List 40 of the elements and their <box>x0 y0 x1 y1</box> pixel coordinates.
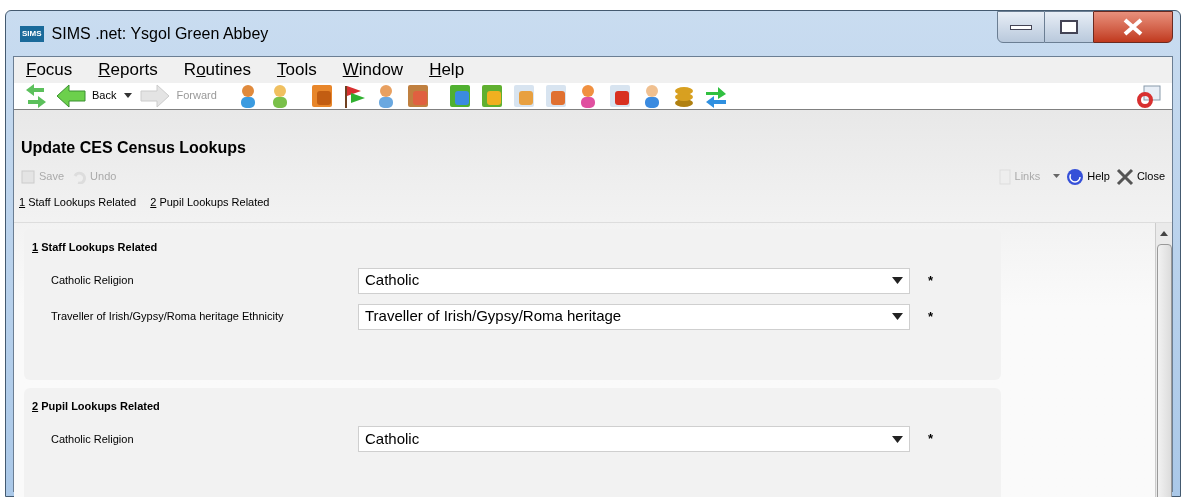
maximize-button[interactable] <box>1045 11 1093 43</box>
lifebuoy-envelope-icon[interactable] <box>1136 82 1162 109</box>
dropdown[interactable]: Catholic <box>358 426 910 452</box>
back-button[interactable]: Back <box>56 83 117 108</box>
required-marker: * <box>928 430 934 449</box>
close-window-button[interactable] <box>1093 11 1173 43</box>
caret-icon <box>892 435 903 443</box>
app-logo: SIMS <box>20 25 44 42</box>
swap-arrows-icon[interactable] <box>24 82 48 109</box>
close-icon <box>1122 18 1144 36</box>
section-link[interactable]: 1 Staff Lookups Related <box>19 193 137 210</box>
required-marker: * <box>928 271 934 290</box>
menu-item[interactable]: Window <box>342 57 404 83</box>
field-label: Traveller of Irish/Gypsy/Roma heritage Ethnicity <box>50 309 285 325</box>
window-title: SIMS .net: Ysgol Green Abbey <box>51 23 269 44</box>
caret-icon[interactable] <box>124 92 133 99</box>
field-label: Catholic Religion <box>50 431 135 447</box>
close-button[interactable]: Close <box>1115 167 1165 186</box>
dropdown[interactable]: Catholic <box>358 267 910 294</box>
dropdown[interactable]: Traveller of Irish/Gypsy/Roma heritage <box>358 303 910 330</box>
up-arrow-icon[interactable] <box>1160 231 1168 236</box>
minimize-button[interactable] <box>997 11 1045 43</box>
caret-icon <box>892 277 903 284</box>
menu-item[interactable]: Tools <box>276 57 317 83</box>
required-marker: * <box>928 307 934 326</box>
caret-icon <box>892 313 903 320</box>
section-link[interactable]: 2 Pupil Lookups Related <box>150 193 270 210</box>
help-button[interactable]: Help <box>1066 167 1110 186</box>
page-title: Update CES Census Lookups <box>20 137 247 158</box>
menu-item[interactable]: Reports <box>98 57 158 83</box>
section-heading: 1 Staff Lookups Related <box>31 240 159 255</box>
menu-item[interactable]: Routines <box>183 57 251 83</box>
close-icon <box>1115 167 1134 186</box>
menu-item[interactable]: Help <box>429 57 465 83</box>
menu-item[interactable]: Focus <box>26 57 73 83</box>
field-label: Catholic Religion <box>50 273 135 289</box>
help-icon <box>1066 167 1085 186</box>
caret-icon <box>1053 174 1061 179</box>
left-arrow-icon <box>56 83 86 108</box>
section-heading: 2 Pupil Lookups Related <box>31 398 161 414</box>
